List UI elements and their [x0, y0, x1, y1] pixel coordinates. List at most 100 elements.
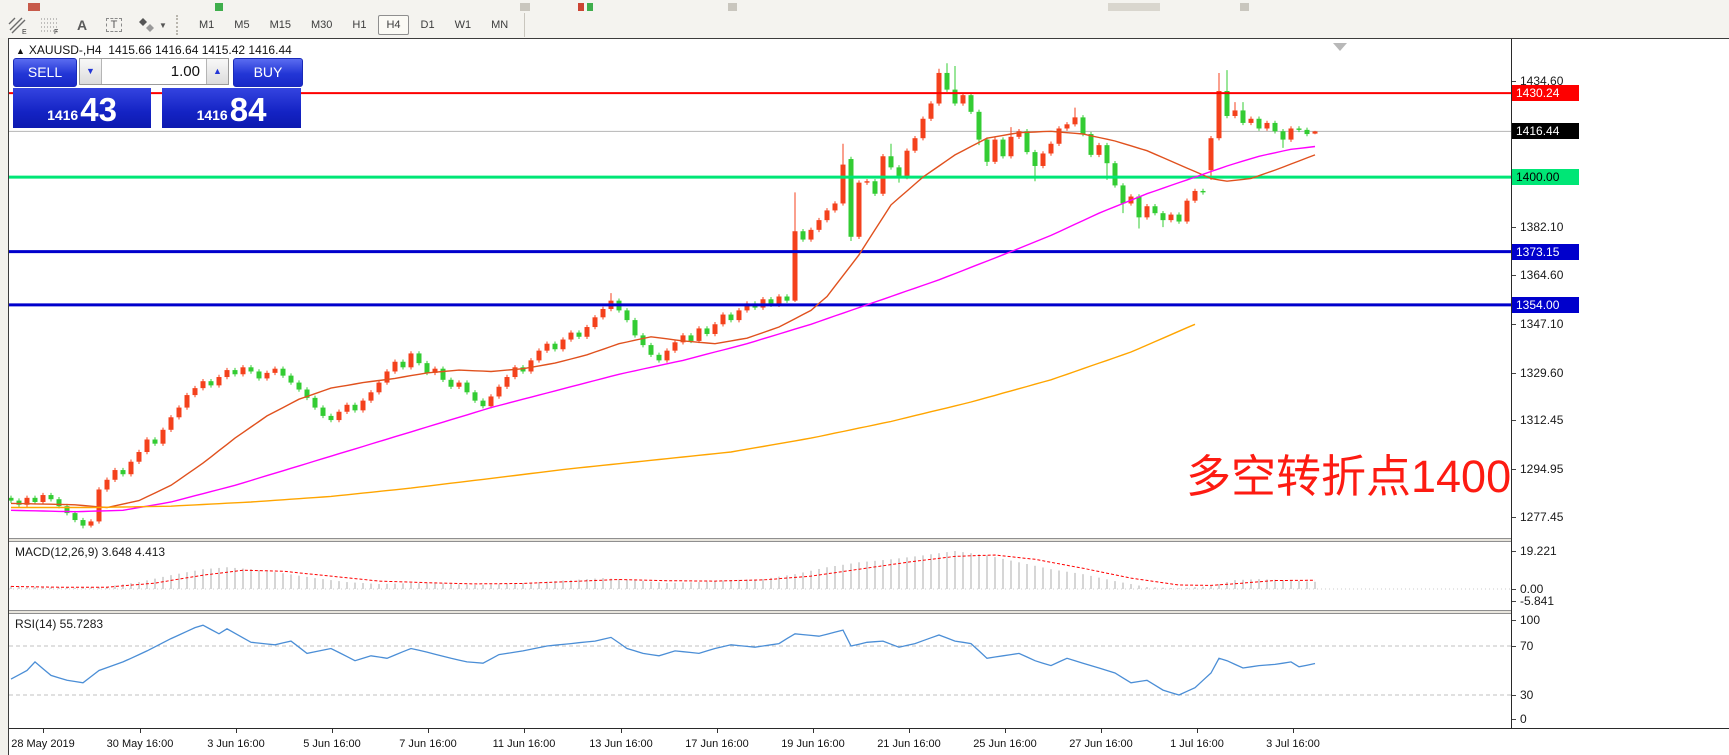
- shapes-icon[interactable]: ▼: [132, 14, 172, 36]
- time-tick-label: 5 Jun 16:00: [303, 738, 361, 750]
- candle-body: [841, 165, 846, 204]
- price-tick-label: 70: [1520, 639, 1533, 653]
- candle-body: [1305, 130, 1310, 134]
- candle-body: [377, 383, 382, 393]
- sell-price-display[interactable]: 1416 43: [13, 88, 151, 128]
- candle-body: [865, 181, 870, 182]
- buy-button[interactable]: BUY: [233, 58, 303, 87]
- timeframe-button-m5[interactable]: M5: [226, 15, 257, 35]
- timeframe-button-m15[interactable]: M15: [262, 15, 299, 35]
- toolbar-separator-line: [524, 13, 525, 37]
- candle-body: [449, 380, 454, 387]
- candle-body: [569, 333, 574, 340]
- timeframe-button-m1[interactable]: M1: [191, 15, 222, 35]
- candle-body: [977, 112, 982, 140]
- candle-body: [1257, 119, 1262, 129]
- candle-body: [369, 392, 374, 400]
- timeframe-button-d1[interactable]: D1: [413, 15, 443, 35]
- candle-body: [169, 417, 174, 429]
- current-price-badge: 1416.44: [1512, 123, 1579, 139]
- candle-body: [1121, 185, 1126, 203]
- candle-body: [137, 452, 142, 462]
- clipped-icon-artifact: [1108, 3, 1160, 11]
- time-axis[interactable]: 28 May 201930 May 16:003 Jun 16:005 Jun …: [9, 728, 1729, 755]
- candle-body: [545, 344, 550, 351]
- svg-text:F: F: [54, 29, 58, 35]
- sell-price-pips: 43: [80, 95, 117, 125]
- candle-body: [929, 103, 934, 118]
- candle-body: [1153, 206, 1158, 213]
- time-tick-mark: [813, 729, 814, 733]
- candle-body: [1065, 124, 1070, 128]
- sell-price-handle: 1416: [47, 108, 78, 125]
- text-label-icon[interactable]: A: [68, 14, 96, 36]
- collapse-panel-arrow[interactable]: ▲: [16, 46, 25, 56]
- clipped-icon-artifact: [578, 3, 584, 11]
- price-tick-label: 1347.10: [1520, 317, 1563, 331]
- rsi-panel[interactable]: RSI(14) 55.7283: [9, 614, 1511, 728]
- candle-body: [49, 495, 54, 499]
- timeframe-button-mn[interactable]: MN: [483, 15, 516, 35]
- time-tick-mark: [140, 729, 141, 733]
- candle-body: [1313, 131, 1318, 133]
- candle-body: [361, 401, 366, 411]
- timeframe-button-h1[interactable]: H1: [344, 15, 374, 35]
- toolbar-separator: [176, 15, 185, 35]
- candle-body: [33, 498, 38, 502]
- sell-button[interactable]: SELL: [13, 58, 77, 87]
- candle-body: [193, 388, 198, 395]
- candle-body: [1241, 110, 1246, 122]
- candle-body: [817, 220, 822, 230]
- time-tick-label: 27 Jun 16:00: [1069, 738, 1133, 750]
- axis-tick-mark: [1512, 469, 1516, 470]
- volume-value[interactable]: 1.00: [102, 59, 206, 84]
- candle-body: [465, 383, 470, 393]
- ma-medium-line: [11, 147, 1315, 512]
- clipped-toolbar-row: [0, 0, 1729, 12]
- chart-text-annotation[interactable]: 多空转折点1400: [1186, 453, 1511, 500]
- text-box-icon[interactable]: T: [100, 14, 128, 36]
- clipped-icon-artifact: [587, 3, 593, 11]
- timeframe-button-w1[interactable]: W1: [447, 15, 480, 35]
- clipped-icon-artifact: [28, 3, 40, 11]
- candle-body: [625, 310, 630, 320]
- candle-body: [937, 73, 942, 104]
- candle-body: [481, 401, 486, 407]
- grid-icon[interactable]: F: [36, 14, 64, 36]
- candle-body: [577, 333, 582, 337]
- volume-decrease-button[interactable]: ▼: [80, 59, 102, 84]
- candle-body: [833, 203, 838, 210]
- time-tick-label: 13 Jun 16:00: [589, 738, 653, 750]
- macd-panel[interactable]: MACD(12,26,9) 3.648 4.413: [9, 542, 1511, 610]
- indicators-icon[interactable]: E: [4, 14, 32, 36]
- candle-body: [649, 345, 654, 355]
- time-tick-label: 3 Jun 16:00: [207, 738, 265, 750]
- time-tick-mark: [1005, 729, 1006, 733]
- candle-body: [793, 231, 798, 300]
- main-chart-area[interactable]: ▲XAUUSD-,H4 1415.66 1416.64 1415.42 1416…: [9, 39, 1511, 538]
- axis-tick-mark: [1512, 589, 1516, 590]
- rsi-line: [11, 625, 1315, 695]
- chart-shift-marker-icon[interactable]: [1333, 43, 1347, 51]
- volume-increase-button[interactable]: ▲: [206, 59, 228, 84]
- time-tick-mark: [717, 729, 718, 733]
- candle-body: [961, 95, 966, 103]
- candle-body: [1297, 128, 1302, 129]
- candle-body: [273, 369, 278, 373]
- candle-body: [401, 362, 406, 368]
- timeframe-button-m30[interactable]: M30: [303, 15, 340, 35]
- price-axis[interactable]: 1434.601382.101364.601347.101329.601312.…: [1511, 39, 1729, 728]
- candle-body: [1233, 110, 1238, 116]
- candle-body: [1105, 145, 1110, 163]
- candle-body: [129, 462, 134, 474]
- candle-body: [633, 320, 638, 335]
- timeframe-button-h4[interactable]: H4: [378, 15, 408, 35]
- axis-tick-mark: [1512, 695, 1516, 696]
- candle-body: [689, 335, 694, 341]
- candle-body: [561, 340, 566, 350]
- buy-price-display[interactable]: 1416 84: [162, 88, 301, 128]
- candle-body: [1265, 123, 1270, 129]
- clipped-icon-artifact: [728, 3, 737, 11]
- price-tick-label: 100: [1520, 613, 1540, 627]
- axis-tick-mark: [1512, 719, 1516, 720]
